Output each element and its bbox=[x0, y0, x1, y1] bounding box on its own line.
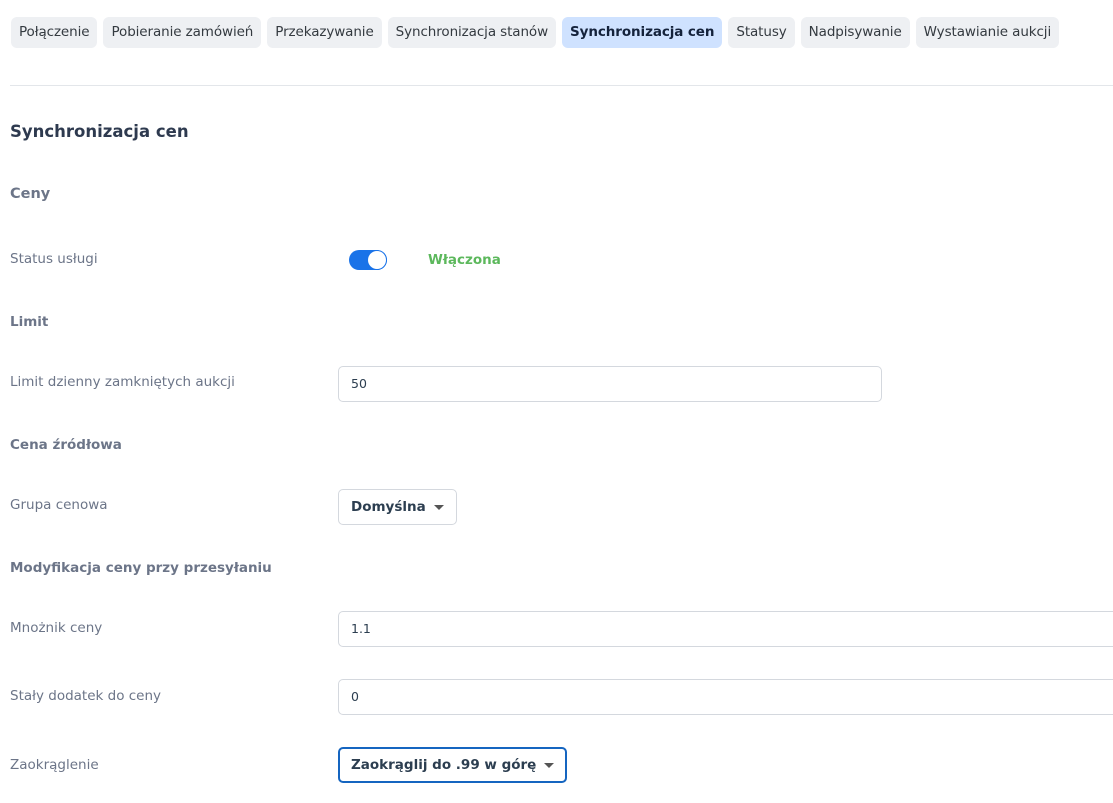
service-status-value: Włączona bbox=[428, 252, 501, 268]
rounding-value: Zaokrąglij do .99 w górę bbox=[351, 757, 537, 773]
tab-synchronizacja-stanow[interactable]: Synchronizacja stanów bbox=[387, 17, 557, 48]
group-title-source-price: Cena źródłowa bbox=[10, 437, 122, 453]
price-multiplier-label: Mnożnik ceny bbox=[10, 620, 103, 636]
price-group-select[interactable]: Domyślna bbox=[338, 489, 457, 525]
price-addition-label: Stały dodatek do ceny bbox=[10, 688, 162, 704]
rounding-select[interactable]: Zaokrąglij do .99 w górę bbox=[338, 747, 568, 783]
tab-pobieranie-zamowien[interactable]: Pobieranie zamówień bbox=[103, 17, 262, 48]
chevron-down-icon bbox=[433, 504, 444, 510]
price-multiplier-input[interactable]: 1.1 bbox=[338, 611, 1113, 647]
tab-synchronizacja-cen[interactable]: Synchronizacja cen bbox=[562, 17, 723, 48]
tab-polaczenie[interactable]: Połączenie bbox=[11, 17, 98, 48]
toggle-knob bbox=[368, 251, 386, 269]
service-status-toggle[interactable] bbox=[349, 250, 387, 270]
group-title-limit: Limit bbox=[10, 314, 49, 330]
group-title-modification: Modyfikacja ceny przy przesyłaniu bbox=[10, 560, 272, 576]
service-status-label: Status usługi bbox=[10, 251, 98, 267]
daily-limit-label: Limit dzienny zamkniętych aukcji bbox=[10, 374, 235, 390]
page-title: Synchronizacja cen bbox=[10, 122, 189, 141]
rounding-label: Zaokrąglenie bbox=[10, 757, 99, 773]
chevron-down-icon bbox=[544, 762, 555, 768]
tab-nadpisywanie[interactable]: Nadpisywanie bbox=[800, 17, 910, 48]
tab-bar: Połączenie Pobieranie zamówień Przekazyw… bbox=[11, 17, 1060, 48]
tab-wystawianie-aukcji[interactable]: Wystawianie aukcji bbox=[915, 17, 1060, 48]
price-group-value: Domyślna bbox=[351, 499, 426, 515]
price-group-label: Grupa cenowa bbox=[10, 497, 108, 513]
price-addition-input[interactable]: 0 bbox=[338, 679, 1113, 715]
daily-limit-input[interactable]: 50 bbox=[338, 366, 882, 402]
divider bbox=[10, 85, 1113, 86]
tab-przekazywanie[interactable]: Przekazywanie bbox=[267, 17, 382, 48]
section-title-prices: Ceny bbox=[10, 186, 51, 202]
tab-statusy[interactable]: Statusy bbox=[728, 17, 795, 48]
